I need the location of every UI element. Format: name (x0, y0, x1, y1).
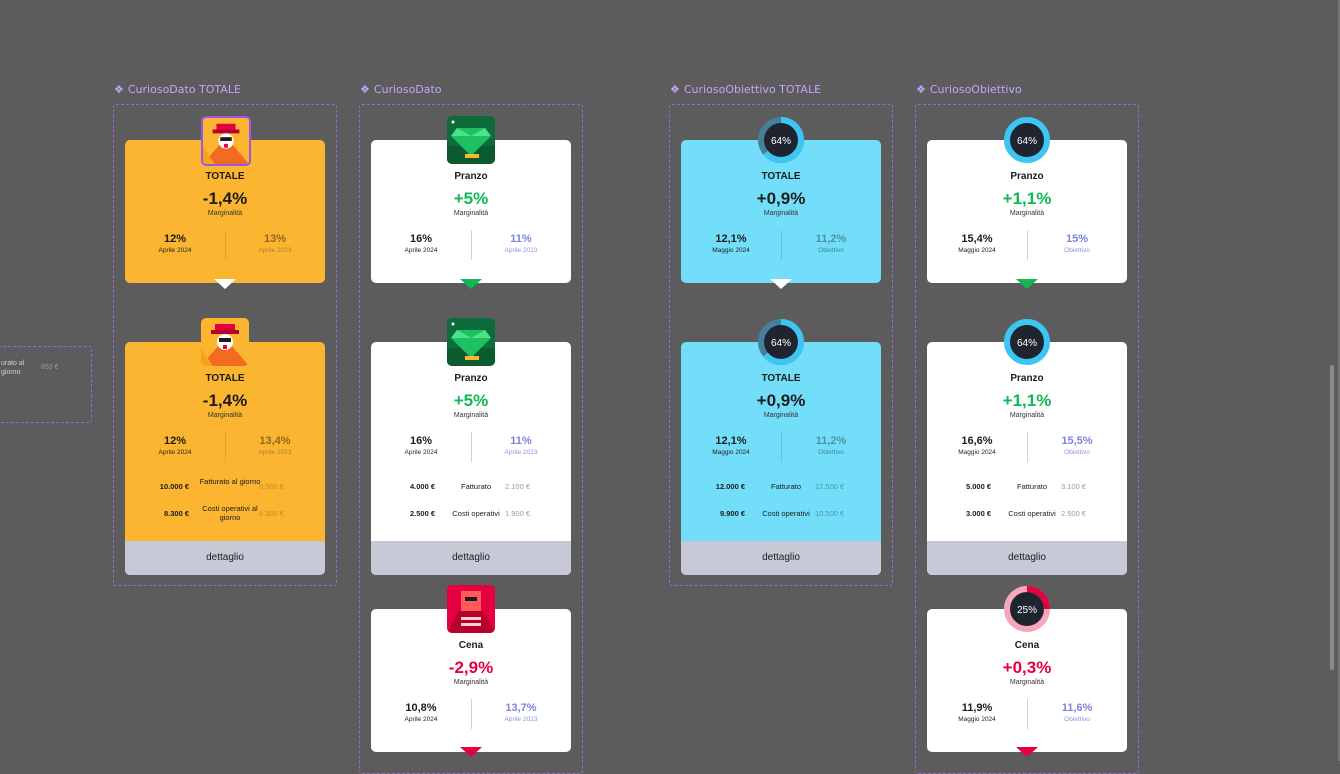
marginality-label: Marginalità (763, 412, 799, 419)
revenue-row: 10.000 € Fatturato al giorno 8.500 € (159, 477, 285, 491)
detective-icon (201, 318, 249, 366)
current-period: 12% Aprile 2024 (158, 233, 192, 254)
detail-button[interactable]: dettaglio (125, 541, 325, 575)
svg-text:25%: 25% (1017, 605, 1037, 616)
component-icon: ❖ (916, 83, 926, 96)
card-dato-totale-detail[interactable]: TOTALE -1,4% Marginalità 12% Aprile 2024 … (125, 342, 325, 575)
vertical-scrollbar[interactable] (1330, 365, 1334, 670)
comparison-period: 13,4% Aprile 2023 (258, 435, 292, 456)
costs-row: 3.000 € Costi operativi 2.500 € (965, 509, 1087, 518)
progress-ring-icon: 64% (758, 319, 804, 365)
robot-icon (447, 585, 495, 633)
component-icon: ❖ (114, 83, 124, 96)
detail-button[interactable]: dettaglio (681, 541, 881, 575)
costs-row: 9.900 € Costi operativi 10.500 € (719, 509, 845, 518)
svg-text:64%: 64% (771, 338, 791, 349)
card-name: TOTALE (205, 373, 245, 384)
marginality-label: Marginalità (1009, 412, 1045, 419)
comparison-period: 11% Aprile 2023 (504, 435, 538, 456)
detail-button[interactable]: dettaglio (927, 541, 1127, 575)
arrow-down-icon (1016, 279, 1038, 289)
card-name: TOTALE (205, 171, 245, 182)
card-name: Pranzo (1010, 373, 1044, 384)
marginality-label: Marginalità (1009, 679, 1045, 686)
partial-value: 850 € (41, 364, 59, 371)
marginality-value: -2,9% (448, 658, 494, 677)
target-value: 11,2% Obiettivo (815, 435, 847, 456)
current-period: 12% Aprile 2024 (158, 435, 192, 456)
card-name: Pranzo (1010, 171, 1044, 182)
marginality-value: +0,3% (1002, 658, 1052, 677)
frame-label-dato-totale: ❖ CuriosoDato TOTALE (114, 83, 241, 96)
marginality-value: +5% (453, 391, 489, 410)
gem-icon (447, 318, 495, 366)
partial-label: urato al giorno (1, 360, 25, 376)
marginality-value: +1,1% (1002, 189, 1052, 208)
frame-label-dato: ❖ CuriosoDato (360, 83, 442, 96)
target-value: 11,6% Obiettivo (1061, 702, 1093, 723)
arrow-down-icon (460, 747, 482, 757)
card-name: TOTALE (761, 171, 801, 182)
svg-text:64%: 64% (1017, 338, 1037, 349)
revenue-row: 4.000 € Fatturato 2.100 € (409, 482, 531, 491)
target-value: 11,2% Obiettivo (815, 233, 847, 254)
target-value: 15,5% Obiettivo (1061, 435, 1093, 456)
card-obiettivo-totale-detail[interactable]: TOTALE +0,9% Marginalità 12,1% Maggio 202… (681, 342, 881, 575)
card-obiettivo-pranzo-detail[interactable]: Pranzo +1,1% Marginalità 16,6% Maggio 202… (927, 342, 1127, 575)
marginality-label: Marginalità (1009, 210, 1045, 217)
component-icon: ❖ (360, 83, 370, 96)
component-icon: ❖ (670, 83, 680, 96)
card-name: Pranzo (454, 373, 488, 384)
partial-frame[interactable]: urato al giorno 850 € (0, 346, 92, 423)
card-name: Cena (1014, 640, 1040, 651)
svg-text:64%: 64% (1017, 136, 1037, 147)
current-period: 12,1% Maggio 2024 (712, 233, 750, 254)
current-period: 10,8% Aprile 2024 (404, 702, 438, 723)
revenue-row: 12.000 € Fatturato 12.500 € (715, 482, 845, 491)
current-period: 16,6% Maggio 2024 (958, 435, 996, 456)
card-name: Cena (458, 640, 484, 651)
marginality-label: Marginalità (763, 210, 799, 217)
svg-text:64%: 64% (771, 136, 791, 147)
comparison-period: 13,7% Aprile 2023 (504, 702, 538, 723)
frame-label-obiettivo: ❖ CuriosoObiettivo (916, 83, 1022, 96)
progress-ring-icon: 64% (1004, 319, 1050, 365)
marginality-value: +0,9% (756, 391, 806, 410)
costs-row: 8.300 € Costi operativi al giorno 6.300 € (163, 504, 285, 522)
marginality-value: +1,1% (1002, 391, 1052, 410)
marginality-value: -1,4% (202, 391, 248, 410)
frame-label-obiettivo-totale: ❖ CuriosoObiettivo TOTALE (670, 83, 822, 96)
card-name: TOTALE (761, 373, 801, 384)
detective-icon (201, 116, 251, 166)
current-period: 16% Aprile 2024 (404, 233, 438, 254)
detail-button[interactable]: dettaglio (371, 541, 571, 575)
comparison-period: 13% Aprile 2023 (258, 233, 292, 254)
marginality-label: Marginalità (453, 412, 489, 419)
arrow-down-icon (214, 279, 236, 289)
marginality-value: -1,4% (202, 189, 248, 208)
card-dato-pranzo-detail[interactable]: Pranzo +5% Marginalità 16% Aprile 2024 11… (371, 342, 571, 575)
current-period: 16% Aprile 2024 (404, 435, 438, 456)
marginality-label: Marginalità (453, 679, 489, 686)
current-period: 12,1% Maggio 2024 (712, 435, 750, 456)
progress-ring-icon: 64% (758, 117, 804, 163)
marginality-label: Marginalità (453, 210, 489, 217)
arrow-down-icon (770, 279, 792, 289)
card-name: Pranzo (454, 171, 488, 182)
current-period: 15,4% Maggio 2024 (958, 233, 996, 254)
marginality-value: +5% (453, 189, 489, 208)
marginality-label: Marginalità (207, 210, 243, 217)
gem-icon (447, 116, 495, 164)
marginality-value: +0,9% (756, 189, 806, 208)
costs-row: 2.500 € Costi operativi 1.900 € (409, 509, 531, 518)
revenue-row: 5.000 € Fatturato 3.100 € (965, 482, 1087, 491)
target-value: 15% Obiettivo (1064, 233, 1090, 254)
marginality-label: Marginalità (207, 412, 243, 419)
arrow-down-icon (1016, 747, 1038, 757)
current-period: 11,9% Maggio 2024 (958, 702, 996, 723)
comparison-period: 11% Aprile 2023 (504, 233, 538, 254)
progress-ring-icon: 64% (1004, 117, 1050, 163)
progress-ring-icon: 25% (1004, 586, 1050, 632)
arrow-down-icon (460, 279, 482, 289)
